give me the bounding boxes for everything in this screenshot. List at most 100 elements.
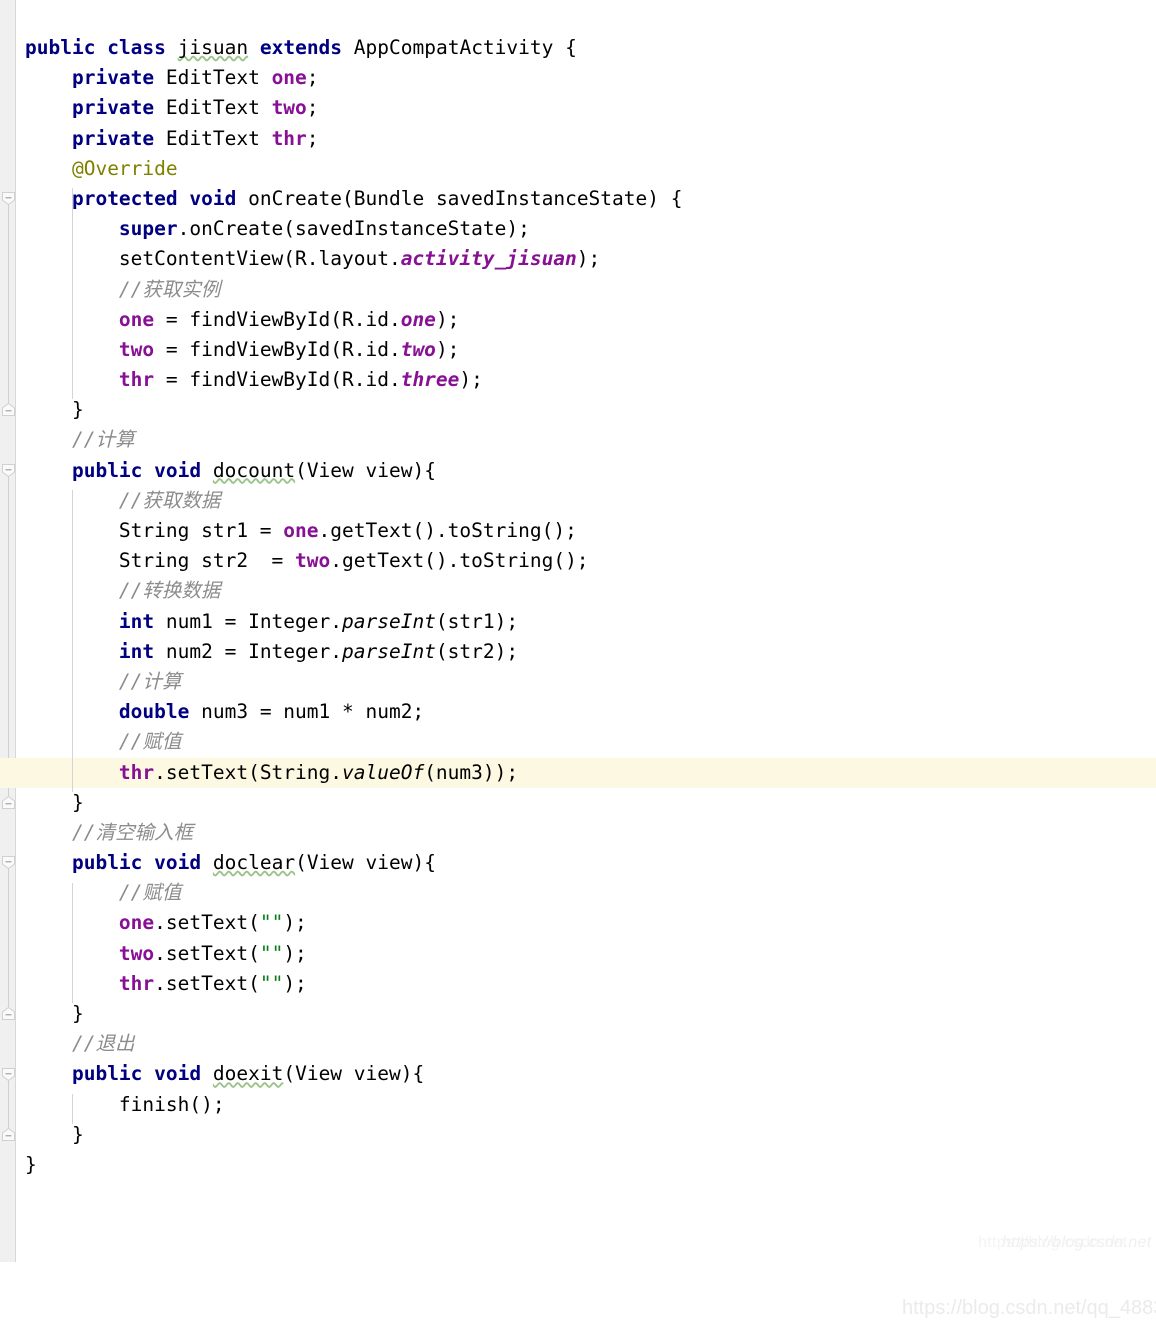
code-token: } (71, 1002, 84, 1025)
code-token: private (71, 66, 155, 90)
code-token: int (118, 639, 155, 663)
code-line[interactable]: } (0, 395, 1156, 425)
code-line[interactable]: String str2 = two.getText().toString(); (0, 546, 1156, 576)
code-content[interactable]: public class jisuan extends AppCompatAct… (0, 0, 1156, 1262)
code-token: ; (306, 126, 319, 150)
code-token: private (71, 96, 155, 120)
code-line[interactable]: } (0, 1120, 1156, 1150)
code-token: valueOf (342, 760, 425, 784)
code-token: public (71, 851, 143, 875)
code-line[interactable]: one = findViewById(R.id.one); (0, 305, 1156, 335)
code-line[interactable]: super.onCreate(savedInstanceState); (0, 214, 1156, 244)
code-token: docount (212, 458, 296, 482)
code-token: ); (283, 971, 307, 995)
code-token: ; (306, 66, 319, 90)
code-line[interactable]: int num2 = Integer.parseInt(str2); (0, 637, 1156, 667)
code-line[interactable]: } (0, 1150, 1156, 1180)
code-line[interactable]: setContentView(R.layout.activity_jisuan)… (0, 244, 1156, 274)
code-line[interactable]: String str1 = one.getText().toString(); (0, 516, 1156, 546)
code-token: .getText().toString(); (330, 549, 589, 573)
code-line[interactable]: one.setText(""); (0, 908, 1156, 938)
code-line[interactable]: finish(); (0, 1090, 1156, 1120)
code-line[interactable]: public void doexit(View view){ (0, 1059, 1156, 1089)
code-line[interactable]: public void docount(View view){ (0, 456, 1156, 486)
code-line[interactable]: //赋值 (0, 878, 1156, 908)
code-line[interactable]: //获取实例 (0, 275, 1156, 305)
code-line[interactable]: //计算 (0, 667, 1156, 697)
code-token: //退出 (71, 1032, 135, 1056)
code-line[interactable]: } (0, 788, 1156, 818)
code-token: activity_jisuan (400, 247, 577, 271)
code-token: ); (435, 307, 460, 331)
code-line[interactable]: double num3 = num1 * num2; (0, 697, 1156, 727)
code-token: (str2); (435, 639, 519, 663)
code-token: "" (259, 971, 284, 995)
code-line[interactable]: //退出 (0, 1029, 1156, 1059)
code-line[interactable]: //清空输入框 (0, 818, 1156, 848)
code-token: public (71, 1062, 143, 1086)
code-line[interactable]: private EditText thr; (0, 124, 1156, 154)
code-token: .onCreate(savedInstanceState); (177, 217, 530, 241)
code-line[interactable]: //计算 (0, 425, 1156, 455)
code-token: void (154, 851, 202, 875)
code-line[interactable]: //赋值 (0, 727, 1156, 757)
code-token: num3 = num1 * num2; (189, 700, 425, 724)
code-editor[interactable]: public class jisuan extends AppCompatAct… (0, 0, 1156, 1262)
watermark-bottom: https://blog.csdn.net/qq_48838980 (902, 1297, 1156, 1319)
indent-guide (71, 188, 73, 400)
code-token: } (71, 398, 84, 422)
code-token: .getText().toString(); (318, 519, 577, 542)
code-line[interactable]: private EditText one; (0, 63, 1156, 93)
code-token: //获取数据 (118, 488, 221, 512)
code-token: three (400, 368, 460, 392)
code-token: thr (271, 126, 307, 150)
code-token: two (271, 96, 307, 120)
code-line[interactable]: //获取数据 (0, 486, 1156, 516)
code-token: void (154, 458, 202, 482)
code-line[interactable]: public class jisuan extends AppCompatAct… (0, 33, 1156, 63)
code-line[interactable]: //转换数据 (0, 576, 1156, 606)
code-token: ; (306, 96, 319, 120)
code-token: one (400, 307, 436, 331)
code-line[interactable]: } (0, 999, 1156, 1029)
code-token: EditText (154, 96, 272, 120)
code-token: ); (459, 368, 483, 392)
code-line[interactable]: int num1 = Integer.parseInt(str1); (0, 607, 1156, 637)
code-token: .setText( (154, 911, 260, 935)
code-token: public (25, 36, 96, 59)
code-token: = findViewById(R.id. (154, 368, 401, 392)
code-token: //赋值 (118, 881, 182, 905)
code-token: .setText( (154, 971, 260, 995)
code-line[interactable]: two.setText(""); (0, 939, 1156, 969)
code-token: "" (259, 941, 284, 965)
code-line[interactable]: public void doclear(View view){ (0, 848, 1156, 878)
code-line[interactable]: @Override (0, 154, 1156, 184)
code-token: } (25, 1152, 37, 1176)
code-token: thr (118, 760, 155, 784)
code-line[interactable]: private EditText two; (0, 93, 1156, 123)
code-line[interactable]: thr.setText(""); (0, 969, 1156, 999)
code-line[interactable]: thr = findViewById(R.id.three); (0, 365, 1156, 395)
code-token: setContentView(R.layout. (118, 247, 401, 271)
code-token: finish(); (118, 1092, 225, 1116)
code-token: //赋值 (118, 730, 182, 754)
code-token: one (118, 911, 155, 935)
code-token: one (118, 307, 155, 331)
watermark-overlay-b: https://blog.csdn.net (1002, 1234, 1152, 1251)
code-token: String str2 = (118, 549, 296, 573)
code-line[interactable]: two = findViewById(R.id.two); (0, 335, 1156, 365)
code-token: //获取实例 (118, 277, 221, 301)
code-line[interactable]: protected void onCreate(Bundle savedInst… (0, 184, 1156, 214)
code-line[interactable]: thr.setText(String.valueOf(num3)); (0, 757, 1156, 788)
